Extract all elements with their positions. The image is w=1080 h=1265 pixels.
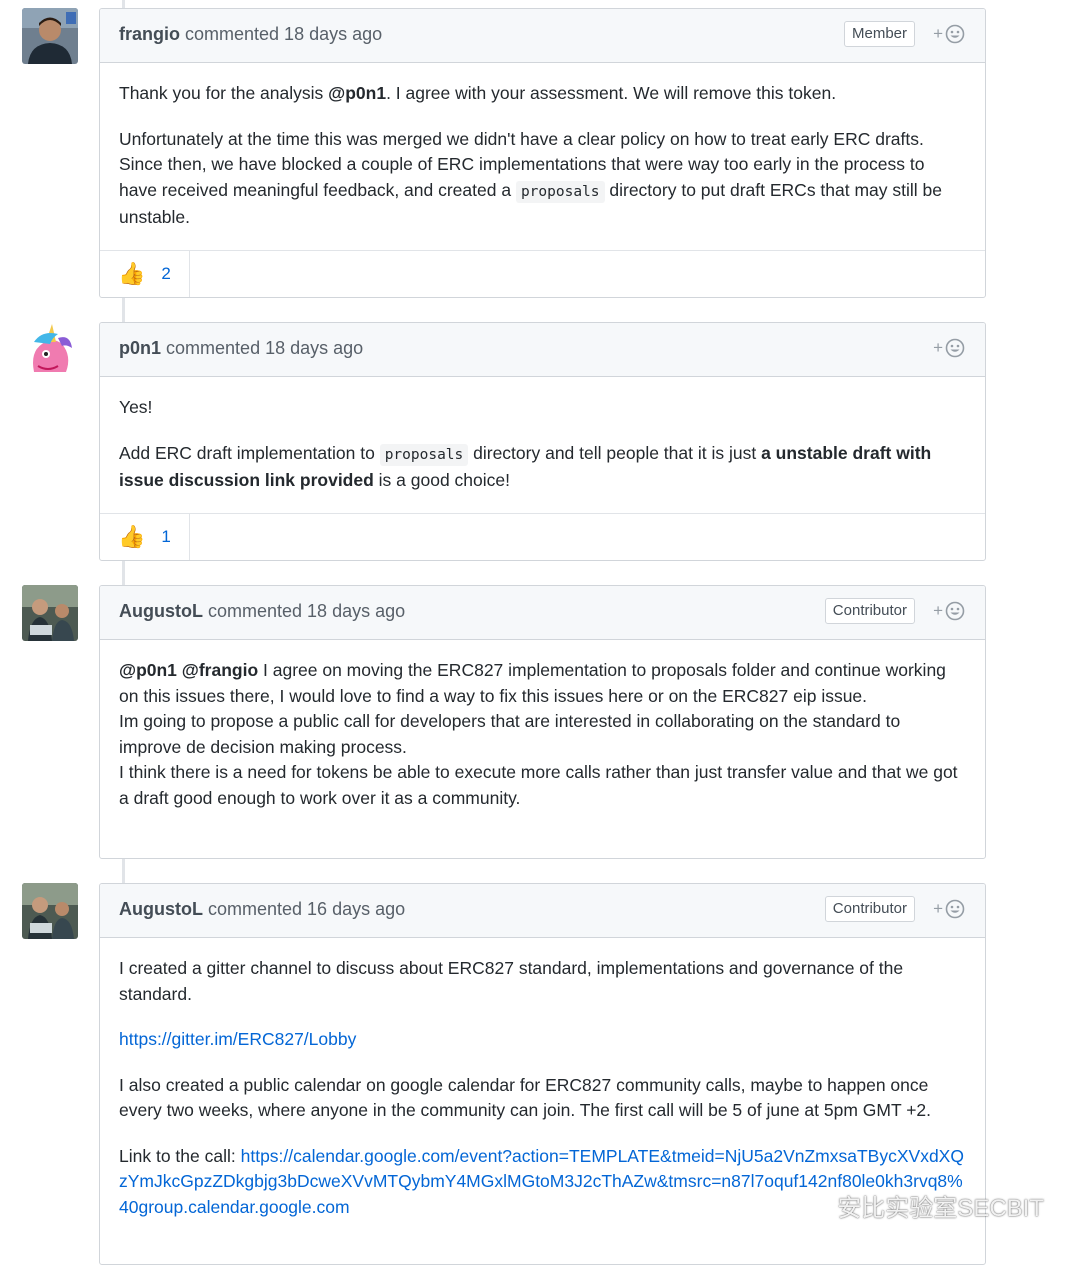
comment-header: frangio commented 18 days ago Member + <box>100 9 985 63</box>
add-reaction-button[interactable]: + <box>933 22 965 46</box>
comment-timestamp[interactable]: commented 16 days ago <box>208 899 405 919</box>
smiley-icon <box>945 899 965 919</box>
avatar-frangio[interactable] <box>22 8 78 64</box>
paragraph: Unfortunately at the time this was merge… <box>119 128 943 228</box>
user-mention[interactable]: @p0n1 @frangio <box>119 660 258 680</box>
add-reaction-button[interactable]: + <box>933 336 965 360</box>
comment: p0n1 commented 18 days ago + Yes! Add ER… <box>99 322 986 561</box>
paragraph: @p0n1 @frangio I agree on moving the ERC… <box>119 660 958 808</box>
comment-timestamp[interactable]: commented 18 days ago <box>208 601 405 621</box>
comment-header: AugustoL commented 18 days ago Contribut… <box>100 586 985 640</box>
comment-author-line: p0n1 commented 18 days ago <box>119 338 363 359</box>
author-link[interactable]: AugustoL <box>119 899 203 919</box>
contributor-badge: Contributor <box>824 896 915 922</box>
paragraph: https://gitter.im/ERC827/Lobby <box>119 1027 966 1053</box>
comment-body: Thank you for the analysis @p0n1. I agre… <box>100 63 985 249</box>
smiley-icon <box>945 338 965 358</box>
timeline-connector <box>122 0 125 8</box>
thumbs-up-icon: 👍 <box>118 261 146 286</box>
paragraph: I created a gitter channel to discuss ab… <box>119 958 904 1004</box>
plus-icon: + <box>933 24 943 43</box>
gitter-link[interactable]: https://gitter.im/ERC827/Lobby <box>119 1029 356 1049</box>
avatar-augustol[interactable] <box>22 883 78 939</box>
wechat-logo-icon <box>796 1192 831 1218</box>
inline-code: proposals <box>515 180 605 203</box>
comment: AugustoL commented 18 days ago Contribut… <box>99 585 986 859</box>
member-badge: Member <box>843 21 915 47</box>
avatar-p0n1[interactable] <box>22 322 78 378</box>
thumbs-up-reaction[interactable]: 👍 2 <box>100 251 190 297</box>
reactions-bar: 👍 1 <box>100 513 985 560</box>
smiley-icon <box>945 601 965 621</box>
plus-icon: + <box>933 899 943 918</box>
comment-author-line: AugustoL commented 16 days ago <box>119 899 405 920</box>
paragraph: I also created a public calendar on goog… <box>119 1074 932 1121</box>
user-mention[interactable]: @p0n1 <box>328 83 386 103</box>
inline-code: proposals <box>379 443 469 466</box>
add-reaction-button[interactable]: + <box>933 599 965 623</box>
plus-icon: + <box>933 338 943 357</box>
comment-header: AugustoL commented 16 days ago Contribut… <box>100 884 985 938</box>
watermark-text: 安比实验室SECBIT <box>837 1195 1044 1222</box>
comment-body: @p0n1 @frangio I agree on moving the ERC… <box>100 640 985 829</box>
paragraph: Yes! <box>119 397 153 417</box>
author-link[interactable]: AugustoL <box>119 601 203 621</box>
reaction-count: 2 <box>161 264 171 283</box>
author-link[interactable]: p0n1 <box>119 338 161 358</box>
timeline-connector <box>122 561 125 585</box>
timeline-connector <box>122 859 125 883</box>
comment: frangio commented 18 days ago Member + T… <box>99 8 986 298</box>
comment-timestamp[interactable]: commented 18 days ago <box>185 24 382 44</box>
paragraph: Add ERC draft implementation to proposal… <box>119 442 932 491</box>
paragraph: Thank you for the analysis @p0n1. I agre… <box>119 83 837 103</box>
reaction-count: 1 <box>161 527 171 546</box>
author-link[interactable]: frangio <box>119 24 180 44</box>
comment-body: Yes! Add ERC draft implementation to pro… <box>100 377 985 512</box>
contributor-badge: Contributor <box>824 598 915 624</box>
comment-timestamp[interactable]: commented 18 days ago <box>166 338 363 358</box>
smiley-icon <box>945 24 965 44</box>
plus-icon: + <box>933 601 943 620</box>
reactions-bar: 👍 2 <box>100 250 985 297</box>
avatar-augustol[interactable] <box>22 585 78 641</box>
timeline-connector <box>122 298 125 322</box>
thumbs-up-icon: 👍 <box>118 524 146 549</box>
comment-author-line: AugustoL commented 18 days ago <box>119 601 405 622</box>
comment-author-line: frangio commented 18 days ago <box>119 24 382 45</box>
add-reaction-button[interactable]: + <box>933 897 965 921</box>
thumbs-up-reaction[interactable]: 👍 1 <box>100 514 190 560</box>
watermark: 安比实验室SECBIT <box>795 1188 1044 1223</box>
comment-header: p0n1 commented 18 days ago + <box>100 323 985 377</box>
